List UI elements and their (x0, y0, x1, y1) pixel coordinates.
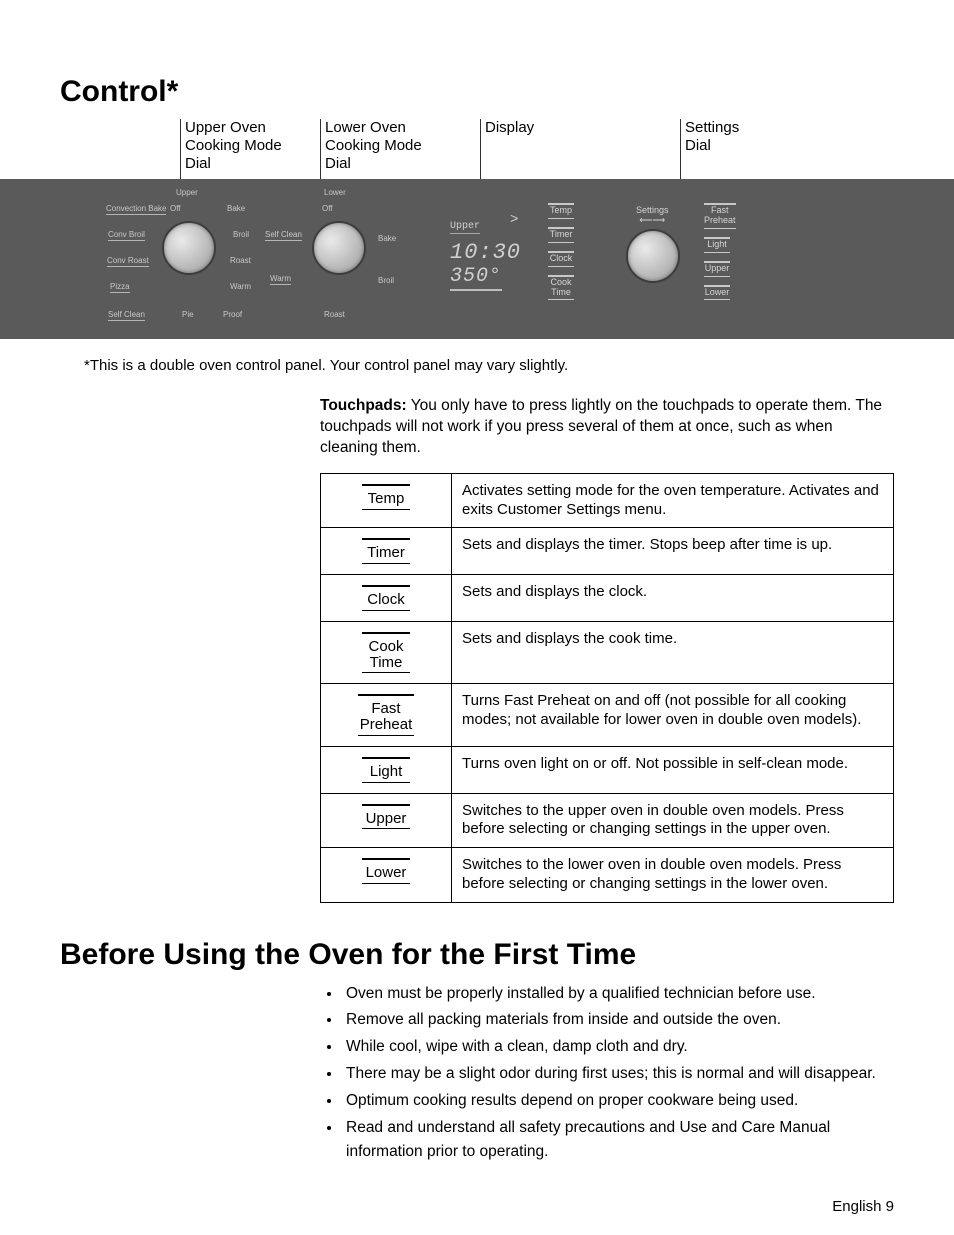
label-warm: Warm (230, 283, 251, 291)
lcd-arrow-icon: > (510, 212, 518, 228)
label-lower-top: Lower (324, 189, 346, 197)
touchpad-label: Fast Preheat (358, 694, 415, 736)
touchpad-table: Temp Activates setting mode for the oven … (320, 473, 894, 903)
touchpad-label-cell: Light (321, 746, 452, 793)
light-button[interactable]: Light (704, 233, 736, 257)
temp-button[interactable]: Temp (548, 199, 574, 223)
first-use-list: Oven must be properly installed by a qua… (320, 982, 894, 1166)
timer-button[interactable]: Timer (548, 223, 574, 247)
table-row: Upper Switches to the upper oven in doubl… (321, 793, 894, 848)
touchpad-label-cell: Cook Time (321, 621, 452, 684)
touchpad-desc: Sets and displays the clock. (452, 575, 894, 622)
label-pie: Pie (182, 311, 194, 319)
touchpad-desc: Sets and displays the cook time. (452, 621, 894, 684)
label-broil: Broil (233, 231, 249, 239)
table-row: Timer Sets and displays the timer. Stops … (321, 528, 894, 575)
table-row: Temp Activates setting mode for the oven … (321, 473, 894, 528)
lcd-time: 10:30 (450, 240, 521, 265)
callout-display: Display (480, 119, 534, 179)
touchpad-label: Clock (362, 585, 410, 611)
label-off: Off (170, 205, 181, 213)
touchpad-column-right: Fast Preheat Light Upper Lower (704, 199, 736, 304)
label-conv-bake: Convection Bake (106, 205, 166, 215)
touchpad-label-cell: Timer (321, 528, 452, 575)
list-item: Remove all packing materials from inside… (342, 1008, 894, 1033)
touchpad-desc: Turns oven light on or off. Not possible… (452, 746, 894, 793)
touchpad-label: Lower (362, 858, 410, 884)
touchpad-label: Upper (362, 804, 410, 830)
callout-lower-dial: Lower Oven Cooking Mode Dial (320, 119, 422, 179)
touchpad-label: Light (362, 757, 410, 783)
label-conv-broil: Conv Broil (108, 231, 145, 241)
touchpad-label: Cook Time (362, 632, 410, 674)
label-proof: Proof (223, 311, 242, 319)
list-item: Optimum cooking results depend on proper… (342, 1089, 894, 1114)
panel-wrap: Upper Off Convection Bake Bake Conv Broi… (0, 179, 954, 339)
settings-label: Settings⟵⟶ (636, 205, 669, 226)
touchpad-label-cell: Fast Preheat (321, 684, 452, 747)
touchpad-label-cell: Clock (321, 575, 452, 622)
lower-oven-dial[interactable] (312, 221, 366, 275)
label-self-clean: Self Clean (108, 311, 145, 321)
touchpad-label-cell: Upper (321, 793, 452, 848)
list-item: Oven must be properly installed by a qua… (342, 982, 894, 1007)
lower-button[interactable]: Lower (704, 281, 736, 305)
list-item: There may be a slight odor during first … (342, 1062, 894, 1087)
section-before-using: Before Using the Oven for the First Time (60, 938, 954, 972)
touchpad-label: Temp (362, 484, 410, 510)
touchpad-desc: Switches to the upper oven in double ove… (452, 793, 894, 848)
table-row: Light Turns oven light on or off. Not pos… (321, 746, 894, 793)
label-lower-bake: Bake (378, 235, 396, 243)
touchpad-label-cell: Lower (321, 848, 452, 903)
touchpad-desc: Switches to the lower oven in double ove… (452, 848, 894, 903)
settings-dial[interactable] (626, 229, 680, 283)
upper-oven-dial[interactable] (162, 221, 216, 275)
touchpad-label: Timer (362, 538, 410, 564)
lcd-upper-indicator: Upper (450, 221, 480, 234)
touchpad-desc: Sets and displays the timer. Stops beep … (452, 528, 894, 575)
settings-arrows-icon: ⟵⟶ (639, 215, 665, 225)
callout-upper-dial: Upper Oven Cooking Mode Dial (180, 119, 282, 179)
label-upper: Upper (176, 189, 198, 197)
lcd-temp: 350° (450, 265, 502, 291)
label-roast: Roast (230, 257, 251, 265)
label-conv-roast: Conv Roast (107, 257, 149, 267)
table-row: Cook Time Sets and displays the cook time… (321, 621, 894, 684)
page-footer: English 9 (832, 1198, 894, 1215)
label-bake: Bake (227, 205, 245, 213)
table-row: Clock Sets and displays the clock. (321, 575, 894, 622)
touchpad-desc: Activates setting mode for the oven temp… (452, 473, 894, 528)
label-lower-broil: Broil (378, 277, 394, 285)
fast-preheat-button[interactable]: Fast Preheat (704, 199, 736, 233)
lcd-display: Upper > 10:30 350° (450, 215, 521, 291)
table-row: Fast Preheat Turns Fast Preheat on and of… (321, 684, 894, 747)
touchpad-label-cell: Temp (321, 473, 452, 528)
control-panel: Upper Off Convection Bake Bake Conv Broi… (0, 179, 954, 339)
section-title: Control* (0, 0, 954, 119)
clock-button[interactable]: Clock (548, 247, 574, 271)
touchpad-column-center: Temp Timer Clock Cook Time (548, 199, 574, 304)
cook-time-button[interactable]: Cook Time (548, 271, 574, 305)
touchpads-intro: Touchpads: You only have to press lightl… (320, 396, 894, 459)
label-warm-r: Warm (270, 275, 291, 285)
touchpad-desc: Turns Fast Preheat on and off (not possi… (452, 684, 894, 747)
upper-button[interactable]: Upper (704, 257, 736, 281)
label-pizza: Pizza (110, 283, 130, 293)
list-item: Read and understand all safety precautio… (342, 1116, 894, 1166)
label-lower-roast: Roast (324, 311, 345, 319)
label-lower-off: Off (322, 205, 333, 213)
label-self-clean-r: Self Clean (265, 231, 302, 241)
footnote: *This is a double oven control panel. Yo… (84, 357, 954, 374)
table-row: Lower Switches to the lower oven in doubl… (321, 848, 894, 903)
callout-row: Upper Oven Cooking Mode Dial Lower Oven … (0, 119, 954, 147)
list-item: While cool, wipe with a clean, damp clot… (342, 1035, 894, 1060)
callout-settings-dial: Settings Dial (680, 119, 739, 179)
